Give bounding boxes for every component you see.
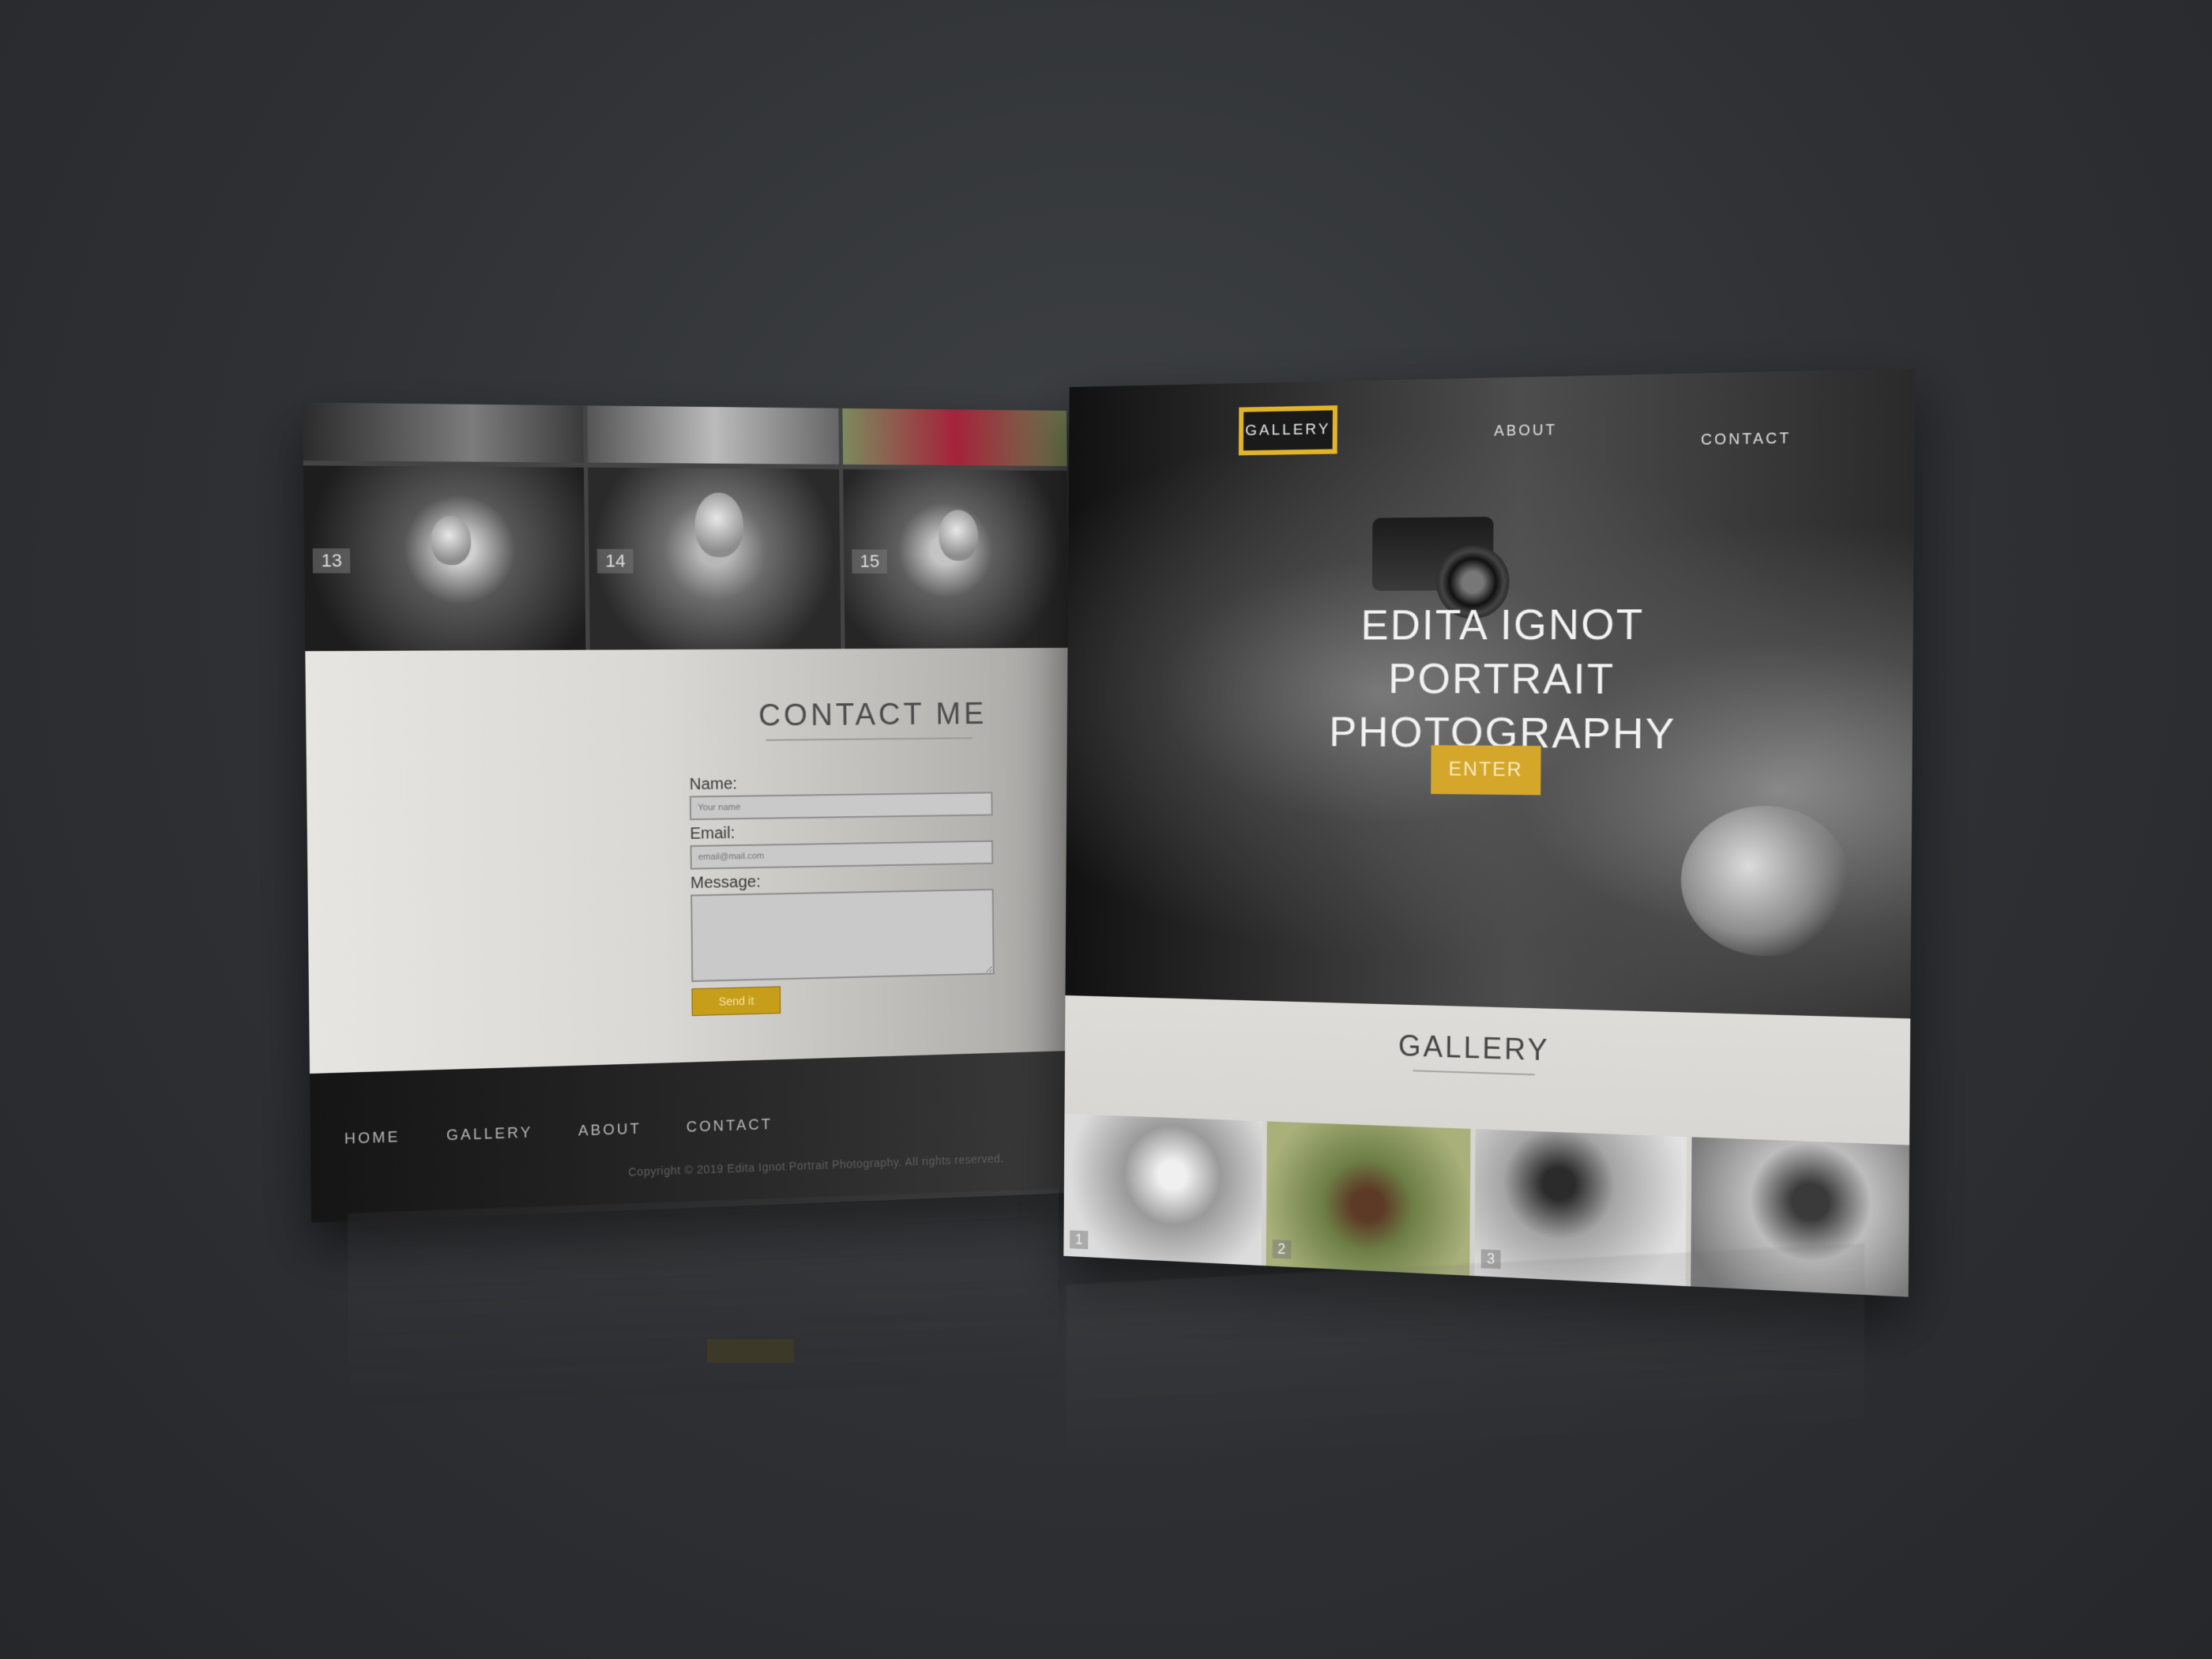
gallery-item[interactable]: 2 bbox=[1266, 1121, 1470, 1275]
footer-nav: HOME GALLERY ABOUT CONTACT bbox=[344, 1116, 773, 1148]
enter-button[interactable]: ENTER bbox=[1431, 745, 1540, 795]
gallery-item-number: 2 bbox=[1272, 1240, 1291, 1259]
footer-nav-contact[interactable]: CONTACT bbox=[687, 1116, 773, 1136]
right-screen-reflection bbox=[1066, 1243, 1864, 1475]
thumb-number: 13 bbox=[313, 548, 351, 573]
hero-title: EDITA IGNOT PORTRAIT PHOTOGRAPHY bbox=[1221, 597, 1793, 763]
message-textarea[interactable] bbox=[690, 889, 995, 982]
portrait-face bbox=[694, 492, 743, 557]
name-input[interactable] bbox=[690, 792, 993, 820]
gallery-title-divider bbox=[1413, 1070, 1534, 1075]
nav-about-link[interactable]: ABOUT bbox=[1494, 422, 1557, 440]
hero-flowers-shape bbox=[1680, 805, 1851, 958]
nav-gallery-link[interactable]: GALLERY bbox=[1239, 405, 1337, 455]
footer-nav-home[interactable]: HOME bbox=[344, 1129, 401, 1148]
gallery-thumb-13[interactable]: 13 bbox=[303, 465, 586, 651]
copyright-text: Copyright © 2019 Edita Ignot Portrait Ph… bbox=[628, 1152, 1004, 1179]
gallery-item-number: 1 bbox=[1070, 1230, 1088, 1249]
gallery-thumb-15[interactable]: 15 bbox=[843, 469, 1069, 649]
gallery-item[interactable]: 1 bbox=[1063, 1114, 1262, 1266]
hero-section: GALLERY ABOUT CONTACT EDITA IGNOT PORTRA… bbox=[1066, 368, 1916, 1018]
gallery-thumb-top-1[interactable] bbox=[303, 402, 584, 462]
contact-page-screen: 13 14 15 CONTACT ME Name: Email: Message… bbox=[303, 402, 1074, 1222]
left-screen-reflection bbox=[348, 1188, 1059, 1410]
contact-form: Name: Email: Message: Send it bbox=[690, 767, 1010, 1016]
portrait-face bbox=[939, 510, 978, 561]
gallery-title: GALLERY bbox=[1369, 1028, 1580, 1069]
contact-section: CONTACT ME Name: Email: Message: Send it bbox=[305, 648, 1073, 1074]
gallery-thumb-14[interactable]: 14 bbox=[588, 468, 841, 650]
portrait-face bbox=[431, 516, 472, 566]
gallery-thumb-top-3[interactable] bbox=[842, 408, 1066, 466]
title-divider bbox=[766, 737, 972, 741]
send-button[interactable]: Send it bbox=[691, 986, 781, 1016]
photo-grid: 13 14 15 bbox=[303, 402, 1069, 651]
gallery-thumb-top-2[interactable] bbox=[587, 405, 839, 464]
nav-contact-link[interactable]: CONTACT bbox=[1701, 430, 1791, 449]
footer-nav-gallery[interactable]: GALLERY bbox=[446, 1124, 533, 1145]
main-nav: GALLERY ABOUT CONTACT bbox=[1069, 368, 1915, 481]
mockup-stage: 13 14 15 CONTACT ME Name: Email: Message… bbox=[0, 0, 2212, 1659]
thumb-number: 15 bbox=[852, 549, 887, 573]
name-label: Name: bbox=[690, 772, 1009, 794]
thumb-number: 14 bbox=[597, 549, 634, 574]
footer-nav-about[interactable]: ABOUT bbox=[578, 1120, 641, 1139]
contact-title: CONTACT ME bbox=[721, 697, 1023, 734]
email-input[interactable] bbox=[690, 841, 993, 870]
hero-title-line1: EDITA IGNOT bbox=[1221, 597, 1793, 653]
home-page-screen: GALLERY ABOUT CONTACT EDITA IGNOT PORTRA… bbox=[1063, 368, 1915, 1296]
reflected-send-button bbox=[707, 1339, 794, 1363]
